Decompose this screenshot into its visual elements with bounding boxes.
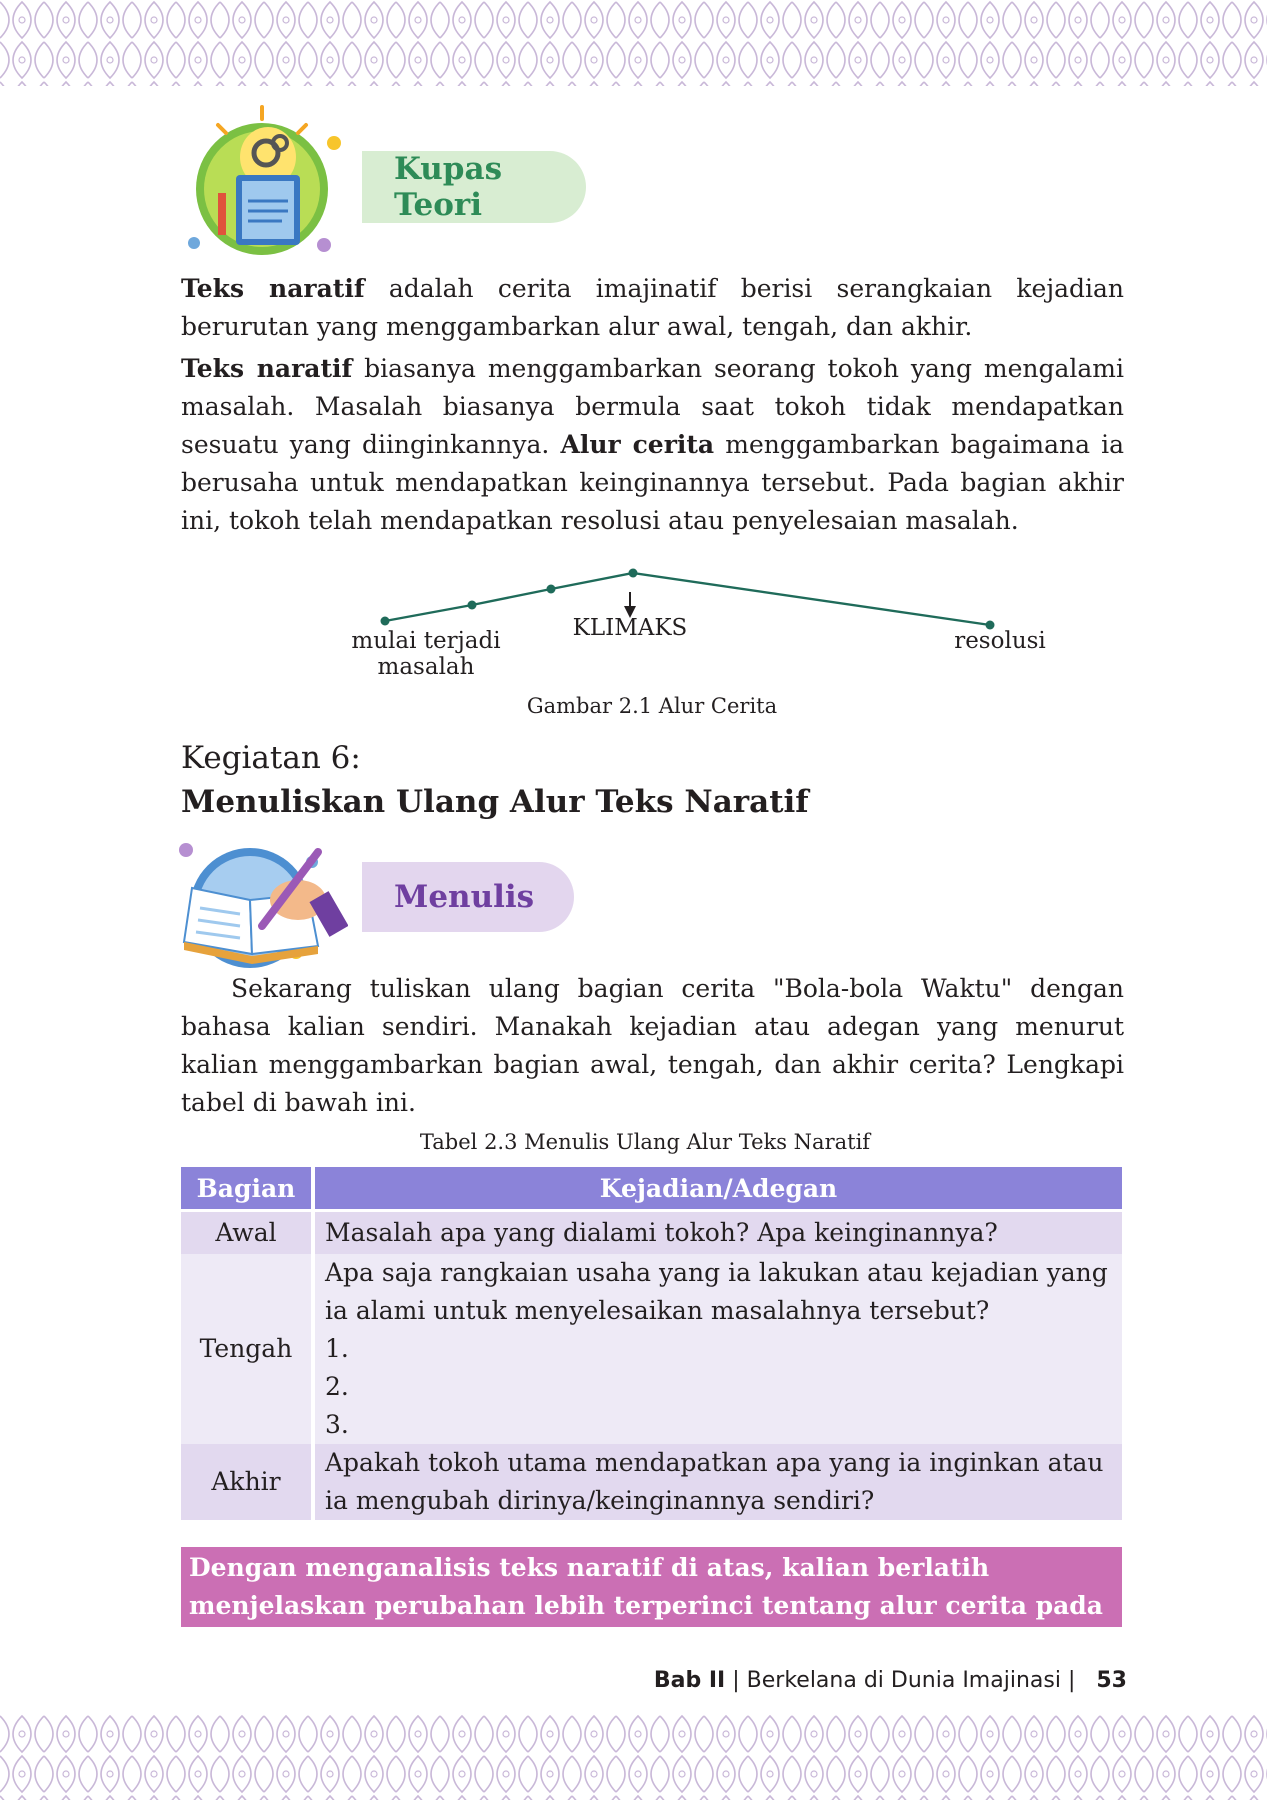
footer-chapter: Bab II xyxy=(653,1668,726,1693)
table-cell-question: Apa saja rangkaian usaha yang ia lakukan… xyxy=(315,1254,1122,1444)
table-cell-question-text: Apa saja rangkaian usaha yang ia lakukan… xyxy=(325,1258,1108,1325)
paragraph-instruction: Sekarang tuliskan ulang bagian cerita "B… xyxy=(181,974,1124,1117)
term-teks-naratif-2: Teks naratif xyxy=(181,354,353,383)
page-footer: Bab II | Berkelana di Dunia Imajinasi | … xyxy=(654,1668,1127,1693)
table-header-row: Bagian Kejadian/Adegan xyxy=(181,1167,1122,1212)
table-row-akhir: Akhir Apakah tokoh utama mendapatkan apa… xyxy=(181,1444,1122,1520)
answer-line-3[interactable]: 3. xyxy=(325,1406,1112,1444)
table-cell-question: Apakah tokoh utama mendapatkan apa yang … xyxy=(315,1444,1122,1520)
table-cell-part: Akhir xyxy=(181,1444,315,1520)
menulis-badge: Menulis xyxy=(362,862,574,932)
plot-table: Bagian Kejadian/Adegan Awal Masalah apa … xyxy=(181,1167,1122,1520)
footer-title: Berkelana di Dunia Imajinasi xyxy=(746,1668,1061,1693)
table-row-awal: Awal Masalah apa yang dialami tokoh? Apa… xyxy=(181,1212,1122,1254)
term-teks-naratif: Teks naratif xyxy=(181,274,365,303)
kegiatan-number: Kegiatan 6: xyxy=(181,740,361,776)
figure-caption: Gambar 2.1 Alur Cerita xyxy=(526,694,778,718)
menulis-icon xyxy=(178,838,349,968)
conclusion-box: Dengan menganalisis teks naratif di atas… xyxy=(181,1547,1122,1658)
table-cell-question: Masalah apa yang dialami tokoh? Apa kein… xyxy=(315,1212,1122,1254)
term-alur-cerita: Alur cerita xyxy=(560,430,715,459)
paragraph-definition: Teks naratif adalah cerita imajinatif be… xyxy=(181,270,1124,346)
decorative-pattern-top xyxy=(0,0,1267,86)
table-header-kejadian: Kejadian/Adegan xyxy=(315,1167,1122,1212)
page-number: 53 xyxy=(1096,1668,1127,1693)
table-caption: Tabel 2.3 Menulis Ulang Alur Teks Narati… xyxy=(419,1130,871,1154)
plot-label-start: mulai terjadi masalah xyxy=(351,628,501,680)
table-cell-part: Awal xyxy=(181,1212,315,1254)
table-row-tengah: Tengah Apa saja rangkaian usaha yang ia … xyxy=(181,1254,1122,1444)
table-header-bagian: Bagian xyxy=(181,1167,315,1212)
answer-line-1[interactable]: 1. xyxy=(325,1330,1112,1368)
answer-line-2[interactable]: 2. xyxy=(325,1368,1112,1406)
kupas-teori-icon xyxy=(186,105,346,255)
table-cell-part: Tengah xyxy=(181,1254,315,1444)
kupas-teori-badge: Kupas Teori xyxy=(362,151,586,223)
kegiatan-title: Menuliskan Ulang Alur Teks Naratif xyxy=(181,784,809,820)
plot-label-climax: KLIMAKS xyxy=(572,615,688,641)
footer-separator: | xyxy=(1067,1668,1076,1693)
footer-separator: | xyxy=(732,1668,740,1693)
paragraph-explanation: Teks naratif biasanya menggambarkan seor… xyxy=(181,350,1124,540)
plot-label-end: resolusi xyxy=(954,628,1046,654)
decorative-pattern-bottom xyxy=(0,1714,1267,1800)
